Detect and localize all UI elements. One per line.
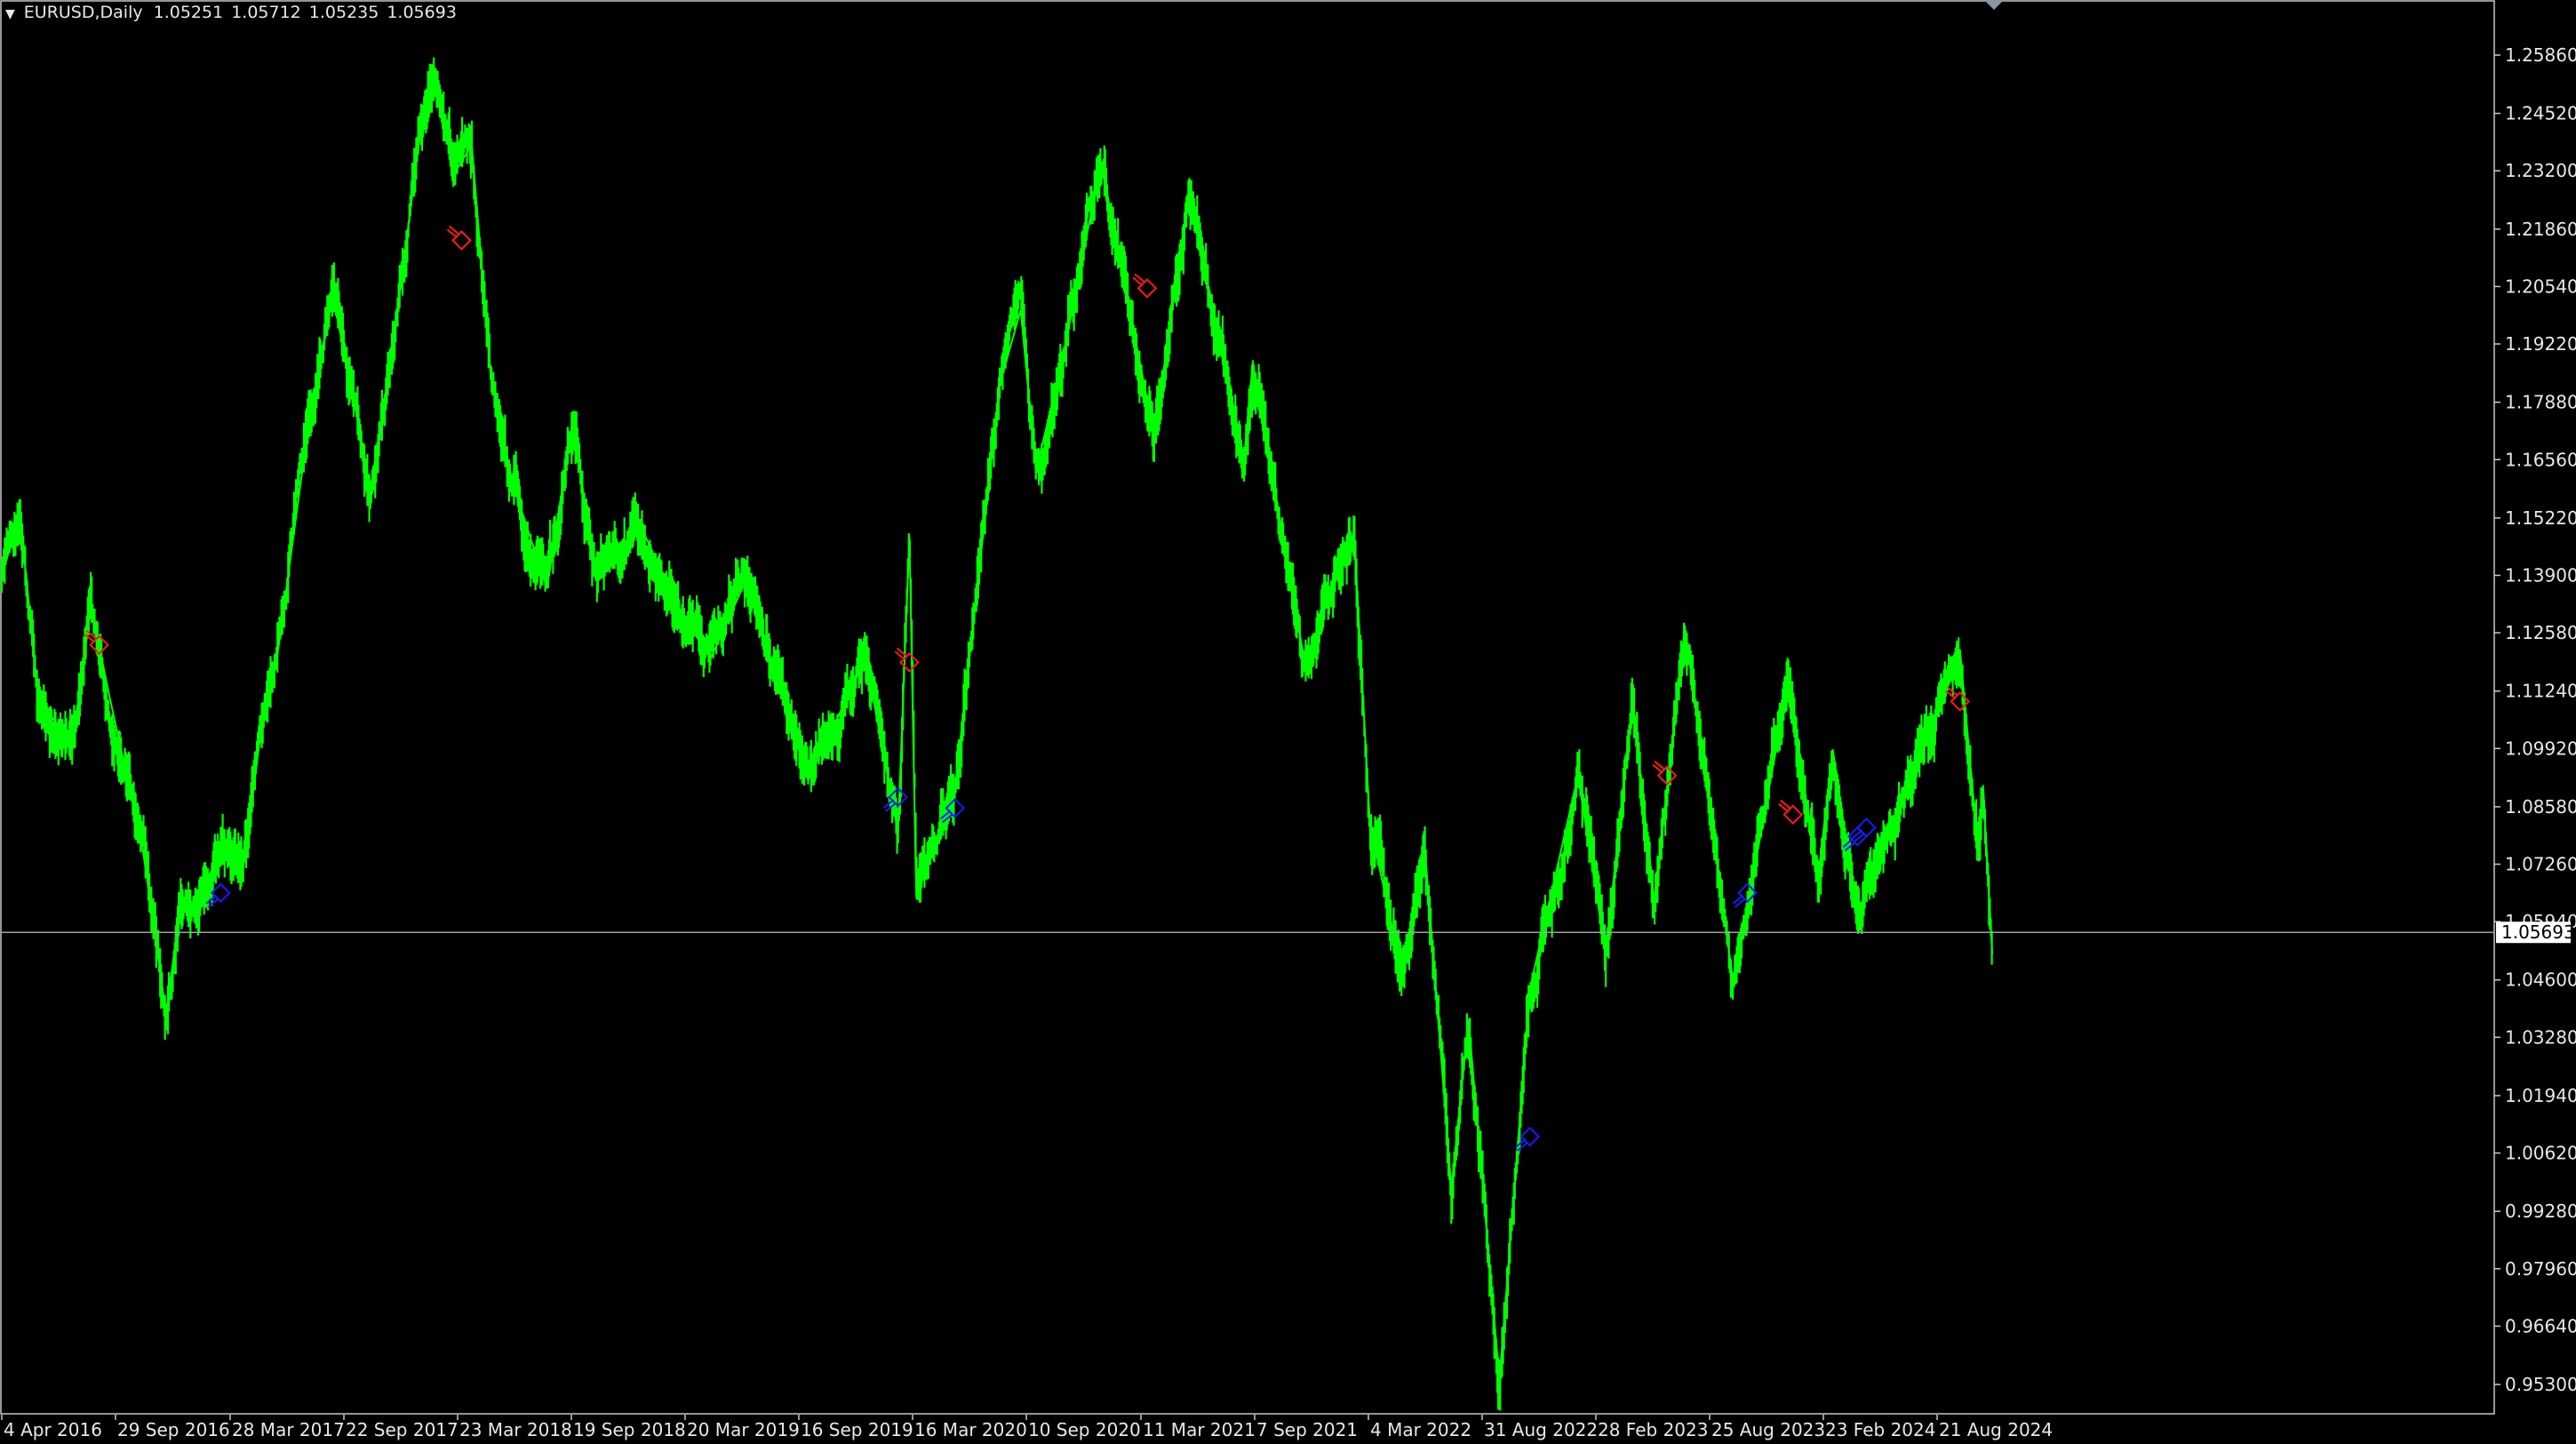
y-tick-label: 1.16560 xyxy=(2505,449,2576,470)
x-tick-label: 4 Apr 2016 xyxy=(4,1419,102,1440)
y-tick-label: 1.11240 xyxy=(2505,681,2576,702)
y-tick-label: 0.97960 xyxy=(2505,1258,2576,1280)
y-tick-label: 1.08580 xyxy=(2505,796,2576,818)
y-tick-label: 1.07260 xyxy=(2505,854,2576,875)
y-tick-label: 0.95300 xyxy=(2505,1374,2576,1395)
y-tick-label: 1.03280 xyxy=(2505,1026,2576,1048)
y-tick-label: 1.19220 xyxy=(2505,333,2576,355)
x-tick-label: 28 Feb 2023 xyxy=(1598,1419,1708,1440)
y-tick-label: 1.12580 xyxy=(2505,622,2576,643)
close-price: 1.05693 xyxy=(387,3,457,22)
y-tick-label: 1.24520 xyxy=(2505,103,2576,124)
y-tick-label: 1.21860 xyxy=(2505,219,2576,240)
x-tick-label: 16 Mar 2020 xyxy=(914,1419,1027,1440)
x-tick-label: 21 Aug 2024 xyxy=(1939,1419,2053,1440)
y-tick-label: 1.09920 xyxy=(2505,738,2576,759)
open-price: 1.05251 xyxy=(153,3,224,22)
collapse-triangle-icon[interactable]: ▼ xyxy=(5,7,15,21)
y-tick-label: 1.00620 xyxy=(2505,1143,2576,1164)
x-tick-label: 4 Mar 2022 xyxy=(1370,1419,1471,1440)
chart-background xyxy=(0,0,2576,1444)
y-tick-label: 1.17880 xyxy=(2505,392,2576,413)
x-tick-label: 31 Aug 2022 xyxy=(1484,1419,1598,1440)
x-tick-label: 10 Sep 2020 xyxy=(1028,1419,1141,1440)
x-tick-label: 16 Sep 2019 xyxy=(801,1419,913,1440)
y-tick-label: 1.25860 xyxy=(2505,44,2576,66)
x-tick-label: 28 Mar 2017 xyxy=(232,1419,345,1440)
price-chart[interactable]: 1.25860 1.24520 1.23200 1.21860 1.20540 1.192… xyxy=(0,0,2576,1444)
x-tick-label: 19 Sep 2018 xyxy=(573,1419,686,1440)
x-tick-label: 29 Sep 2016 xyxy=(117,1419,230,1440)
y-tick-label: 1.01940 xyxy=(2505,1085,2576,1106)
x-tick-label: 7 Sep 2021 xyxy=(1256,1419,1358,1440)
y-tick-label: 1.13900 xyxy=(2505,564,2576,586)
x-tick-label: 11 Mar 2021 xyxy=(1143,1419,1256,1440)
symbol-timeframe: EURUSD,Daily xyxy=(23,3,143,22)
y-tick-label: 0.99280 xyxy=(2505,1201,2576,1222)
x-tick-label: 23 Mar 2018 xyxy=(459,1419,572,1440)
y-tick-label: 0.96640 xyxy=(2505,1315,2576,1336)
y-tick-label: 1.15220 xyxy=(2505,507,2576,529)
current-price-label: 1.05693 xyxy=(2501,921,2575,943)
high-price: 1.05712 xyxy=(231,3,301,22)
time-axis: 4 Apr 2016 29 Sep 2016 28 Mar 2017 22 Sep 2… xyxy=(1,1415,2053,1440)
y-tick-label: 1.04600 xyxy=(2505,969,2576,991)
y-tick-label: 1.23200 xyxy=(2505,160,2576,181)
low-price: 1.05235 xyxy=(308,3,379,22)
x-tick-label: 22 Sep 2017 xyxy=(346,1419,459,1440)
current-price-tag: 1.05693 xyxy=(2496,921,2575,944)
y-tick-label: 1.20540 xyxy=(2505,275,2576,297)
x-tick-label: 20 Mar 2019 xyxy=(687,1419,800,1440)
x-tick-label: 25 Aug 2023 xyxy=(1711,1419,1825,1440)
chart-header: ▼ EURUSD,Daily 1.05251 1.05712 1.05235 1.0569… xyxy=(5,3,465,22)
x-tick-label: 23 Feb 2024 xyxy=(1825,1419,1935,1440)
